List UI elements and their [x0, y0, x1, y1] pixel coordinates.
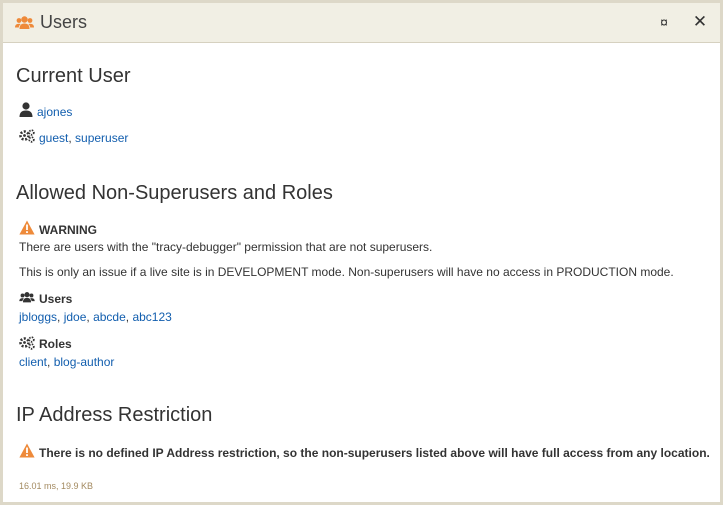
users-label: Users [39, 292, 73, 306]
current-username-row: ajones [19, 99, 72, 120]
current-role-link-guest[interactable]: guest [39, 131, 68, 145]
roles-label: Roles [39, 337, 72, 351]
roles-list: client, blog-author [19, 355, 115, 370]
warning-text: There are users with the "tracy-debugger… [19, 240, 433, 254]
gears-icon [19, 129, 35, 143]
users-label-row: Users [19, 288, 72, 307]
role-link-client[interactable]: client [19, 355, 47, 370]
users-icon [15, 15, 34, 31]
users-list: jbloggs, jdoe, abcde, abc123 [19, 310, 172, 325]
users-icon [19, 292, 35, 303]
pin-icon[interactable]: ¤ [656, 13, 672, 31]
user-icon [19, 102, 33, 117]
ip-restriction-row: There is no defined IP Address restricti… [19, 440, 710, 461]
roles-label-row: Roles [19, 333, 72, 352]
panel-titlebar[interactable]: Users ¤ ✕ [3, 3, 720, 43]
non-superusers-heading: Allowed Non-Superusers and Roles [16, 182, 333, 204]
mode-note: This is only an issue if a live site is … [19, 265, 674, 279]
warning-row: WARNING [19, 217, 97, 238]
user-link-abcde[interactable]: abcde [93, 310, 126, 325]
current-user-heading: Current User [16, 65, 131, 87]
user-link-jbloggs[interactable]: jbloggs [19, 310, 57, 325]
footer-stats: 16.01 ms, 19.9 KB [19, 481, 94, 491]
user-link-jdoe[interactable]: jdoe [64, 310, 87, 325]
close-icon[interactable]: ✕ [692, 13, 708, 31]
warning-icon [19, 220, 35, 235]
role-link-blog-author[interactable]: blog-author [54, 355, 115, 370]
ip-restriction-message: There is no defined IP Address restricti… [39, 446, 710, 460]
current-username-link[interactable]: ajones [37, 105, 72, 120]
warning-icon [19, 443, 35, 458]
gears-icon [19, 335, 35, 350]
current-roles-row: guest, superuser [19, 126, 128, 146]
users-panel: Users ¤ ✕ Current User ajones guest, sup… [0, 0, 723, 505]
warning-label: WARNING [39, 223, 97, 237]
user-link-abc123[interactable]: abc123 [132, 310, 171, 325]
panel-title: Users [40, 12, 88, 32]
ip-restriction-heading: IP Address Restriction [16, 404, 213, 426]
current-role-link-superuser[interactable]: superuser [75, 131, 128, 145]
